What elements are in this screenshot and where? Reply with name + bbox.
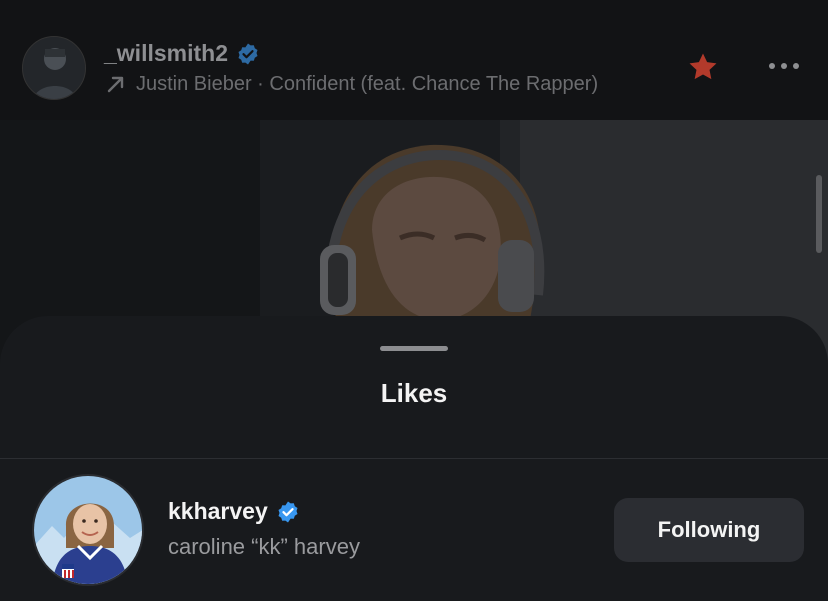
avatar[interactable] [32,474,144,586]
likes-sheet: Likes kkharvey caroline “kk” harvey Foll… [0,316,828,601]
sheet-grabber[interactable] [380,346,448,351]
post-header: _willsmith2 Justin Bieber · Confident (f… [0,0,828,120]
post-author-avatar[interactable] [22,36,86,100]
list-item[interactable]: kkharvey caroline “kk” harvey Following [0,474,828,586]
post-author-name: _willsmith2 [104,40,228,66]
verified-badge-icon [238,43,258,64]
liker-username-text: kkharvey [168,498,268,524]
post-author-username[interactable]: _willsmith2 [104,40,260,67]
liker-username[interactable]: kkharvey [168,498,300,525]
arrow-up-right-icon [107,76,124,93]
star-icon[interactable] [686,50,720,84]
sheet-title: Likes [380,378,448,408]
divider [0,458,828,459]
scrollbar[interactable] [816,175,822,253]
more-icon[interactable] [766,56,802,76]
following-button[interactable]: Following [614,498,804,562]
screen: _willsmith2 Justin Bieber · Confident (f… [0,0,828,601]
liker-full-name: caroline “kk” harvey [168,534,360,559]
song-attribution[interactable]: Justin Bieber · Confident (feat. Chance … [104,72,598,96]
song-title: Justin Bieber · Confident (feat. Chance … [136,72,599,95]
verified-badge-icon [278,501,298,522]
